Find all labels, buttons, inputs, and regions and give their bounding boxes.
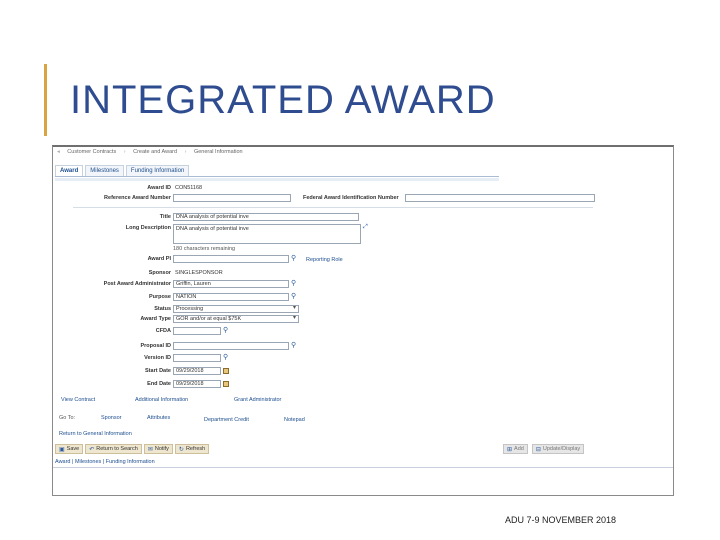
breadcrumb-customer-contracts[interactable]: Customer Contracts xyxy=(67,149,116,155)
breadcrumb-separator: › xyxy=(123,149,126,155)
cfda-lookup-icon[interactable]: ⚲ xyxy=(223,327,230,334)
version-id-input[interactable] xyxy=(173,354,221,362)
save-button-label: Save xyxy=(66,446,80,452)
breadcrumb-separator: › xyxy=(184,149,187,155)
end-date-input[interactable]: 09/29/2018 xyxy=(173,380,221,388)
add-button[interactable]: ⊞ Add xyxy=(503,444,528,454)
characters-remaining: 180 characters remaining xyxy=(173,246,236,252)
return-general-info-link[interactable]: Return to General Information xyxy=(59,431,132,437)
proposal-id-lookup-icon[interactable]: ⚲ xyxy=(291,342,298,349)
post-award-admin-label: Post Award Administrator xyxy=(103,281,171,287)
award-pi-label: Award PI xyxy=(147,256,171,262)
update-display-label: Update/Display xyxy=(542,446,581,452)
status-label: Status xyxy=(154,306,171,312)
award-type-label: Award Type xyxy=(140,316,171,322)
purpose-label: Purpose xyxy=(148,294,171,300)
end-date-label: End Date xyxy=(147,381,171,387)
slide-footer: ADU 7-9 NOVEMBER 2018 xyxy=(505,515,617,525)
sponsor-value: SINGLESPONSOR xyxy=(175,270,223,276)
version-id-lookup-icon[interactable]: ⚲ xyxy=(223,354,230,361)
award-id-label: Award ID xyxy=(147,185,171,191)
reference-award-label: Reference Award Number xyxy=(104,195,171,201)
start-date-input[interactable]: 09/29/2018 xyxy=(173,367,221,375)
post-award-admin-input[interactable]: Griffin, Lauren xyxy=(173,280,289,288)
update-display-icon: ⊟ xyxy=(535,446,541,453)
breadcrumb-create-award[interactable]: Create and Award xyxy=(133,149,177,155)
notify-label: Notify xyxy=(154,446,169,452)
additional-information-link[interactable]: Additional Information xyxy=(135,397,188,403)
long-description-textarea[interactable]: DNA analysis of potential inve xyxy=(173,224,361,244)
grant-administrator-link[interactable]: Grant Administrator xyxy=(234,397,281,403)
goto-label: Go To: xyxy=(59,415,76,421)
section-divider xyxy=(73,207,593,208)
version-id-label: Version ID xyxy=(144,355,171,361)
reference-award-input[interactable] xyxy=(173,194,291,202)
add-icon: ⊞ xyxy=(507,446,513,453)
return-to-search-button[interactable]: ↶ Return to Search xyxy=(85,444,142,454)
page-toolbar: ▣ Save ↶ Return to Search ✉ Notify ↻ Ref… xyxy=(55,444,210,454)
title-label: Title xyxy=(159,214,171,220)
breadcrumb: ◂ Customer Contracts › Create and Award … xyxy=(57,149,249,155)
refresh-label: Refresh xyxy=(185,446,206,452)
sponsor-label: Sponsor xyxy=(148,270,171,276)
slide-title: INTEGRATED AWARD xyxy=(70,78,496,122)
return-search-icon: ↶ xyxy=(89,446,95,453)
goto-sponsor-link[interactable]: Sponsor xyxy=(101,415,122,421)
add-label: Add xyxy=(514,446,524,452)
tab-divider-band xyxy=(55,178,499,181)
view-contract-link[interactable]: View Contract xyxy=(61,397,95,403)
start-date-calendar-icon[interactable] xyxy=(223,368,229,374)
refresh-button[interactable]: ↻ Refresh xyxy=(174,444,210,454)
goto-attributes-link[interactable]: Attributes xyxy=(147,415,170,421)
expand-icon[interactable]: ⤢ xyxy=(363,224,370,231)
status-select[interactable]: Processing xyxy=(173,305,299,313)
notify-icon: ✉ xyxy=(147,446,153,453)
award-form-screenshot: ◂ Customer Contracts › Create and Award … xyxy=(52,145,674,496)
award-pi-lookup-icon[interactable]: ⚲ xyxy=(291,255,298,262)
save-icon: ▣ xyxy=(59,446,65,453)
federal-award-id-input[interactable] xyxy=(405,194,595,202)
accent-bar xyxy=(44,64,47,136)
page-toolbar-right: ⊞ Add ⊟ Update/Display xyxy=(503,444,585,454)
purpose-lookup-icon[interactable]: ⚲ xyxy=(291,293,298,300)
breadcrumb-arrow: ◂ xyxy=(57,149,60,155)
award-pi-input[interactable] xyxy=(173,255,289,263)
update-display-button[interactable]: ⊟ Update/Display xyxy=(531,444,585,454)
refresh-icon: ↻ xyxy=(178,446,184,453)
long-description-label: Long Description xyxy=(125,225,171,231)
cfda-label: CFDA xyxy=(155,328,171,334)
save-button[interactable]: ▣ Save xyxy=(55,444,84,454)
award-id-value: CON51168 xyxy=(175,185,203,191)
goto-department-credit-link[interactable]: Department Credit xyxy=(204,417,249,423)
return-to-search-label: Return to Search xyxy=(96,446,138,452)
notify-button[interactable]: ✉ Notify xyxy=(143,444,173,454)
title-input[interactable]: DNA analysis of potential inve xyxy=(173,213,359,221)
proposal-id-label: Proposal ID xyxy=(140,343,171,349)
bottom-divider xyxy=(53,467,673,468)
federal-award-id-label: Federal Award Identification Number xyxy=(303,195,399,201)
post-award-admin-lookup-icon[interactable]: ⚲ xyxy=(291,280,298,287)
end-date-calendar-icon[interactable] xyxy=(223,381,229,387)
cfda-input[interactable] xyxy=(173,327,221,335)
goto-notepad-link[interactable]: Notepad xyxy=(284,417,305,423)
start-date-label: Start Date xyxy=(145,368,171,374)
bottom-tab-links[interactable]: Award | Milestones | Funding Information xyxy=(55,459,155,465)
proposal-id-input[interactable] xyxy=(173,342,289,350)
breadcrumb-general-info[interactable]: General Information xyxy=(194,149,243,155)
tab-divider xyxy=(55,176,499,177)
purpose-input[interactable]: NATION xyxy=(173,293,289,301)
reporting-role-link[interactable]: Reporting Role xyxy=(306,257,343,263)
award-type-select[interactable]: GOR and/or at equal $75K xyxy=(173,315,299,323)
